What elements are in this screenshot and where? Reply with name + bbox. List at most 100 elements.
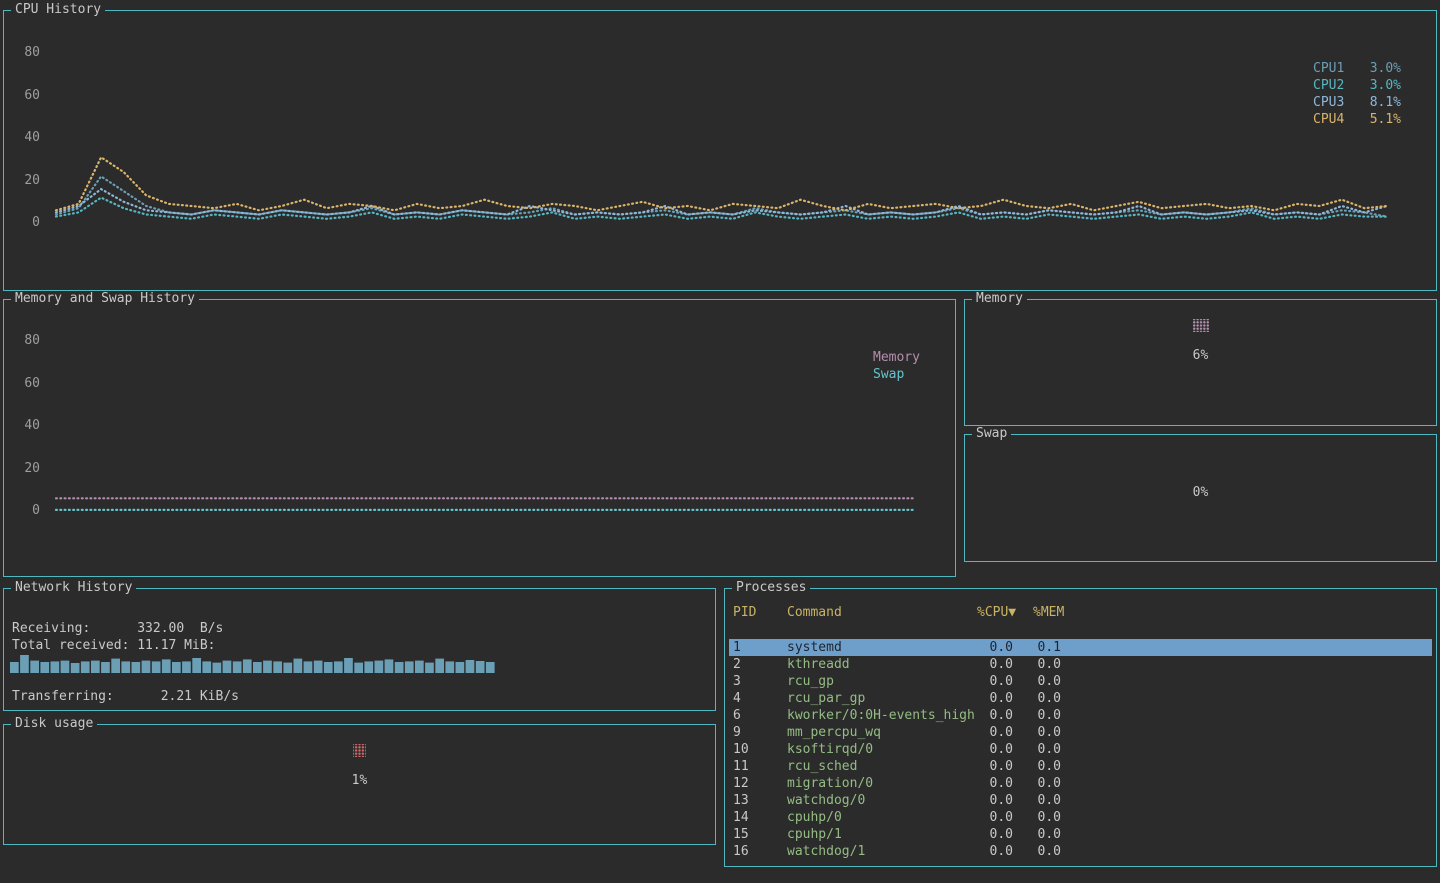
- process-command: cpuhp/1: [787, 826, 842, 843]
- network-bar: [405, 661, 414, 673]
- process-pid: 1: [733, 639, 741, 656]
- panel-title-network: Network History: [11, 580, 136, 596]
- panel-title-memory: Memory: [972, 291, 1027, 307]
- network-bar: [364, 661, 373, 673]
- header-pid[interactable]: PID: [733, 604, 756, 621]
- y-axis-label: 80: [4, 333, 40, 349]
- memory-swap-legend: MemorySwap: [873, 349, 920, 383]
- network-bar: [101, 662, 110, 673]
- network-bar: [263, 661, 272, 673]
- y-axis-label: 20: [4, 173, 40, 189]
- legend-item: Memory: [873, 349, 920, 366]
- process-pid: 15: [733, 826, 749, 843]
- process-command: watchdog/1: [787, 843, 865, 860]
- network-bar: [385, 659, 394, 673]
- network-bar: [111, 659, 120, 673]
- y-axis-label: 40: [4, 418, 40, 434]
- network-bar: [415, 661, 424, 673]
- process-command: ksoftirqd/0: [787, 741, 873, 758]
- header-cpu-sort[interactable]: %CPU▼: [977, 604, 1016, 621]
- process-row[interactable]: 2kthreadd0.00.0: [729, 656, 1432, 673]
- network-plot: [4, 649, 715, 675]
- network-bar: [152, 661, 161, 673]
- cpu-legend: CPU13.0%CPU23.0%CPU38.1%CPU45.1%: [1313, 60, 1401, 128]
- process-mem: 0.0: [1005, 792, 1061, 809]
- network-bar: [71, 663, 80, 673]
- network-bar: [354, 663, 363, 673]
- panel-title-disk: Disk usage: [11, 716, 97, 732]
- cpu-history-panel: CPU History CPU13.0%CPU23.0%CPU38.1%CPU4…: [3, 10, 1437, 291]
- system-monitor-screen: CPU History CPU13.0%CPU23.0%CPU38.1%CPU4…: [0, 0, 1440, 883]
- swap-panel: Swap 0%: [964, 434, 1437, 562]
- process-pid: 10: [733, 741, 749, 758]
- network-bar: [121, 661, 130, 673]
- process-row[interactable]: 16watchdog/10.00.0: [729, 843, 1432, 860]
- process-mem: 0.0: [1005, 758, 1061, 775]
- network-bar: [344, 658, 353, 673]
- network-bar: [456, 662, 465, 673]
- network-bar: [192, 658, 201, 673]
- process-row[interactable]: 13watchdog/00.00.0: [729, 792, 1432, 809]
- process-row[interactable]: 1systemd0.00.1: [729, 639, 1432, 656]
- process-pid: 16: [733, 843, 749, 860]
- process-command: cpuhp/0: [787, 809, 842, 826]
- network-bar: [10, 662, 19, 673]
- process-row[interactable]: 11rcu_sched0.00.0: [729, 758, 1432, 775]
- network-bar: [324, 662, 333, 673]
- memory-usage-percent: 6%: [1193, 348, 1209, 364]
- memory-swap-plot: [4, 300, 955, 576]
- network-bar: [223, 661, 232, 673]
- legend-label: CPU3: [1313, 94, 1344, 111]
- process-row[interactable]: 15cpuhp/10.00.0: [729, 826, 1432, 843]
- legend-value: 3.0%: [1370, 60, 1401, 77]
- network-bar: [172, 662, 181, 673]
- network-bar: [304, 661, 313, 673]
- network-bar: [395, 662, 404, 673]
- network-bar: [91, 661, 100, 673]
- network-bar: [81, 661, 90, 673]
- network-bar: [466, 660, 475, 673]
- process-pid: 14: [733, 809, 749, 826]
- process-row[interactable]: 10ksoftirqd/00.00.0: [729, 741, 1432, 758]
- network-bar: [162, 659, 171, 673]
- legend-label: Swap: [873, 366, 904, 383]
- network-bar: [486, 662, 495, 673]
- network-receiving-text: Receiving: 332.00 B/s: [12, 621, 223, 637]
- legend-label: CPU4: [1313, 111, 1344, 128]
- process-mem: 0.0: [1005, 724, 1061, 741]
- process-mem: 0.0: [1005, 741, 1061, 758]
- memory-usage-icon: [1193, 319, 1209, 332]
- process-row[interactable]: 14cpuhp/00.00.0: [729, 809, 1432, 826]
- network-bar: [253, 662, 262, 673]
- process-command: rcu_gp: [787, 673, 834, 690]
- network-bar: [61, 661, 70, 673]
- process-table-body: 1systemd0.00.12kthreadd0.00.03rcu_gp0.00…: [729, 639, 1432, 860]
- legend-label: CPU2: [1313, 77, 1344, 94]
- process-pid: 12: [733, 775, 749, 792]
- network-bar: [142, 661, 151, 673]
- process-row[interactable]: 3rcu_gp0.00.0: [729, 673, 1432, 690]
- process-row[interactable]: 12migration/00.00.0: [729, 775, 1432, 792]
- process-mem: 0.0: [1005, 707, 1061, 724]
- process-row[interactable]: 6kworker/0:0H-events_high0.00.0: [729, 707, 1432, 724]
- memory-swap-panel: Memory and Swap History MemorySwap 02040…: [3, 299, 956, 577]
- y-axis-label: 40: [4, 130, 40, 146]
- process-row[interactable]: 4rcu_par_gp0.00.0: [729, 690, 1432, 707]
- process-command: kworker/0:0H-events_high: [787, 707, 975, 724]
- network-bar: [30, 661, 39, 673]
- process-mem: 0.0: [1005, 826, 1061, 843]
- process-pid: 3: [733, 673, 741, 690]
- memory-panel: Memory 6%: [964, 299, 1437, 426]
- network-bar: [202, 661, 211, 673]
- network-bar: [476, 661, 485, 673]
- process-command: systemd: [787, 639, 842, 656]
- panel-title-processes: Processes: [732, 580, 810, 596]
- header-mem[interactable]: %MEM: [1033, 604, 1064, 621]
- process-pid: 6: [733, 707, 741, 724]
- network-bar: [51, 661, 60, 673]
- header-command[interactable]: Command: [787, 604, 842, 621]
- process-pid: 11: [733, 758, 749, 775]
- process-row[interactable]: 9mm_percpu_wq0.00.0: [729, 724, 1432, 741]
- process-mem: 0.0: [1005, 809, 1061, 826]
- legend-value: 5.1%: [1370, 111, 1401, 128]
